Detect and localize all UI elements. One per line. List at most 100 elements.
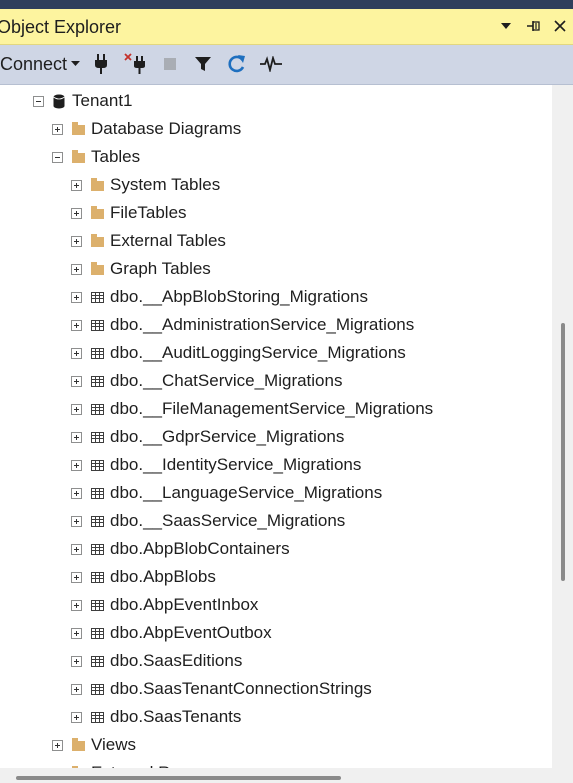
table-icon: [90, 458, 104, 472]
horizontal-scrollbar[interactable]: [0, 768, 573, 783]
tree-node[interactable]: dbo.SaasTenants: [71, 703, 241, 731]
tree-node[interactable]: System Tables: [71, 171, 220, 199]
object-explorer-toolbar: Connect: [0, 45, 573, 85]
tree-node-label: dbo.__ChatService_Migrations: [110, 371, 343, 390]
table-icon: [90, 626, 104, 640]
tree-node[interactable]: dbo.AbpBlobContainers: [71, 535, 290, 563]
tree-node-label: dbo.AbpEventInbox: [110, 595, 259, 614]
expand-icon[interactable]: [71, 515, 82, 527]
tree-node[interactable]: FileTables: [71, 199, 187, 227]
expand-icon[interactable]: [71, 207, 82, 219]
expand-icon[interactable]: [71, 347, 82, 359]
tree-node[interactable]: dbo.__IdentityService_Migrations: [71, 451, 361, 479]
table-icon: [90, 570, 104, 584]
filter-icon[interactable]: [192, 51, 214, 77]
stop-icon[interactable]: [160, 51, 180, 77]
tree-node[interactable]: Views: [52, 731, 136, 759]
table-icon: [90, 710, 104, 724]
table-icon: [90, 346, 104, 360]
tree-node[interactable]: dbo.AbpBlobs: [71, 563, 216, 591]
expand-icon[interactable]: [71, 179, 82, 191]
tree-node[interactable]: dbo.SaasTenantConnectionStrings: [71, 675, 372, 703]
expand-icon[interactable]: [71, 655, 82, 667]
table-icon: [90, 374, 104, 388]
connect-label: Connect: [0, 53, 68, 74]
tree-node-label: dbo.SaasTenantConnectionStrings: [110, 679, 372, 698]
table-icon: [90, 654, 104, 668]
expand-icon[interactable]: [71, 319, 82, 331]
horizontal-scrollbar-thumb[interactable]: [16, 776, 341, 780]
connect-plug-icon[interactable]: [90, 51, 112, 77]
tree-node[interactable]: dbo.__SaasService_Migrations: [71, 507, 345, 535]
table-icon: [90, 430, 104, 444]
tree-node[interactable]: dbo.__ChatService_Migrations: [71, 367, 342, 395]
tree-node-label: dbo.AbpBlobContainers: [110, 539, 290, 558]
expand-icon[interactable]: [71, 291, 82, 303]
tree-node[interactable]: External Resources: [52, 759, 239, 768]
tree-node[interactable]: dbo.__FileManagementService_Migrations: [71, 395, 433, 423]
tree-node-label: dbo.__FileManagementService_Migrations: [110, 399, 434, 418]
tree-node-label: External Tables: [110, 231, 226, 250]
folder-icon: [90, 234, 104, 248]
tree-node-label: dbo.__IdentityService_Migrations: [110, 455, 362, 474]
expand-icon[interactable]: [71, 487, 82, 499]
expand-icon[interactable]: [71, 627, 82, 639]
tree-node[interactable]: Graph Tables: [71, 255, 211, 283]
tree-node-label: Tenant1: [72, 91, 133, 110]
tree-node[interactable]: dbo.__AdministrationService_Migrations: [71, 311, 414, 339]
vertical-scrollbar[interactable]: [552, 85, 573, 768]
expand-icon[interactable]: [71, 571, 82, 583]
expand-icon[interactable]: [52, 123, 63, 135]
tree-node[interactable]: dbo.__AbpBlobStoring_Migrations: [71, 283, 368, 311]
tree-node[interactable]: dbo.__AuditLoggingService_Migrations: [71, 339, 406, 367]
tree-node-label: dbo.AbpEventOutbox: [110, 623, 272, 642]
tree-node-label: dbo.__GdprService_Migrations: [110, 427, 345, 446]
tree-node-label: Graph Tables: [110, 259, 211, 278]
collapse-icon[interactable]: [33, 95, 44, 107]
folder-icon: [90, 206, 104, 220]
vertical-scrollbar-thumb[interactable]: [561, 323, 565, 581]
expand-icon[interactable]: [52, 739, 63, 751]
folder-icon: [90, 178, 104, 192]
tree-node-label: Views: [91, 735, 137, 754]
object-explorer-tree: Tenant1 Database Diagrams Tables System Tab…: [0, 85, 552, 768]
tree-node-label: dbo.AbpBlobs: [110, 567, 216, 586]
close-icon[interactable]: [550, 15, 570, 37]
expand-icon[interactable]: [71, 375, 82, 387]
tree-node-label: dbo.SaasTenants: [110, 707, 242, 726]
expand-icon[interactable]: [71, 403, 82, 415]
tree-node[interactable]: dbo.__LanguageService_Migrations: [71, 479, 382, 507]
expand-icon[interactable]: [71, 235, 82, 247]
expand-icon[interactable]: [71, 543, 82, 555]
pin-icon[interactable]: [523, 15, 543, 37]
expand-icon[interactable]: [71, 263, 82, 275]
chevron-down-icon[interactable]: [496, 15, 516, 37]
tree-node-label: dbo.__SaasService_Migrations: [110, 511, 346, 530]
tree-node[interactable]: dbo.AbpEventOutbox: [71, 619, 272, 647]
connect-dropdown[interactable]: Connect: [0, 51, 80, 77]
tree-node[interactable]: dbo.SaasEditions: [71, 647, 242, 675]
expand-icon[interactable]: [71, 711, 82, 723]
tree-node[interactable]: Database Diagrams: [52, 115, 241, 143]
disconnect-icon[interactable]: [123, 51, 149, 77]
collapse-icon[interactable]: [52, 151, 63, 163]
tree-node[interactable]: Tables: [52, 143, 140, 171]
tree-node[interactable]: dbo.AbpEventInbox: [71, 591, 258, 619]
table-icon: [90, 402, 104, 416]
object-explorer-titlebar: Object Explorer: [0, 9, 573, 45]
database-icon: [52, 94, 66, 108]
tree-node[interactable]: External Tables: [71, 227, 226, 255]
tree-node-label: dbo.__LanguageService_Migrations: [110, 483, 383, 502]
expand-icon[interactable]: [71, 683, 82, 695]
refresh-icon[interactable]: [226, 51, 248, 77]
tree-node[interactable]: dbo.__GdprService_Migrations: [71, 423, 344, 451]
expand-icon[interactable]: [71, 599, 82, 611]
table-icon: [90, 682, 104, 696]
tree-node-label: dbo.__AuditLoggingService_Migrations: [110, 343, 406, 362]
tree-node-label: dbo.__AdministrationService_Migrations: [110, 315, 415, 334]
expand-icon[interactable]: [71, 431, 82, 443]
tree-node[interactable]: Tenant1: [33, 87, 133, 115]
activity-monitor-icon[interactable]: [258, 51, 284, 77]
expand-icon[interactable]: [71, 459, 82, 471]
folder-icon: [90, 262, 104, 276]
